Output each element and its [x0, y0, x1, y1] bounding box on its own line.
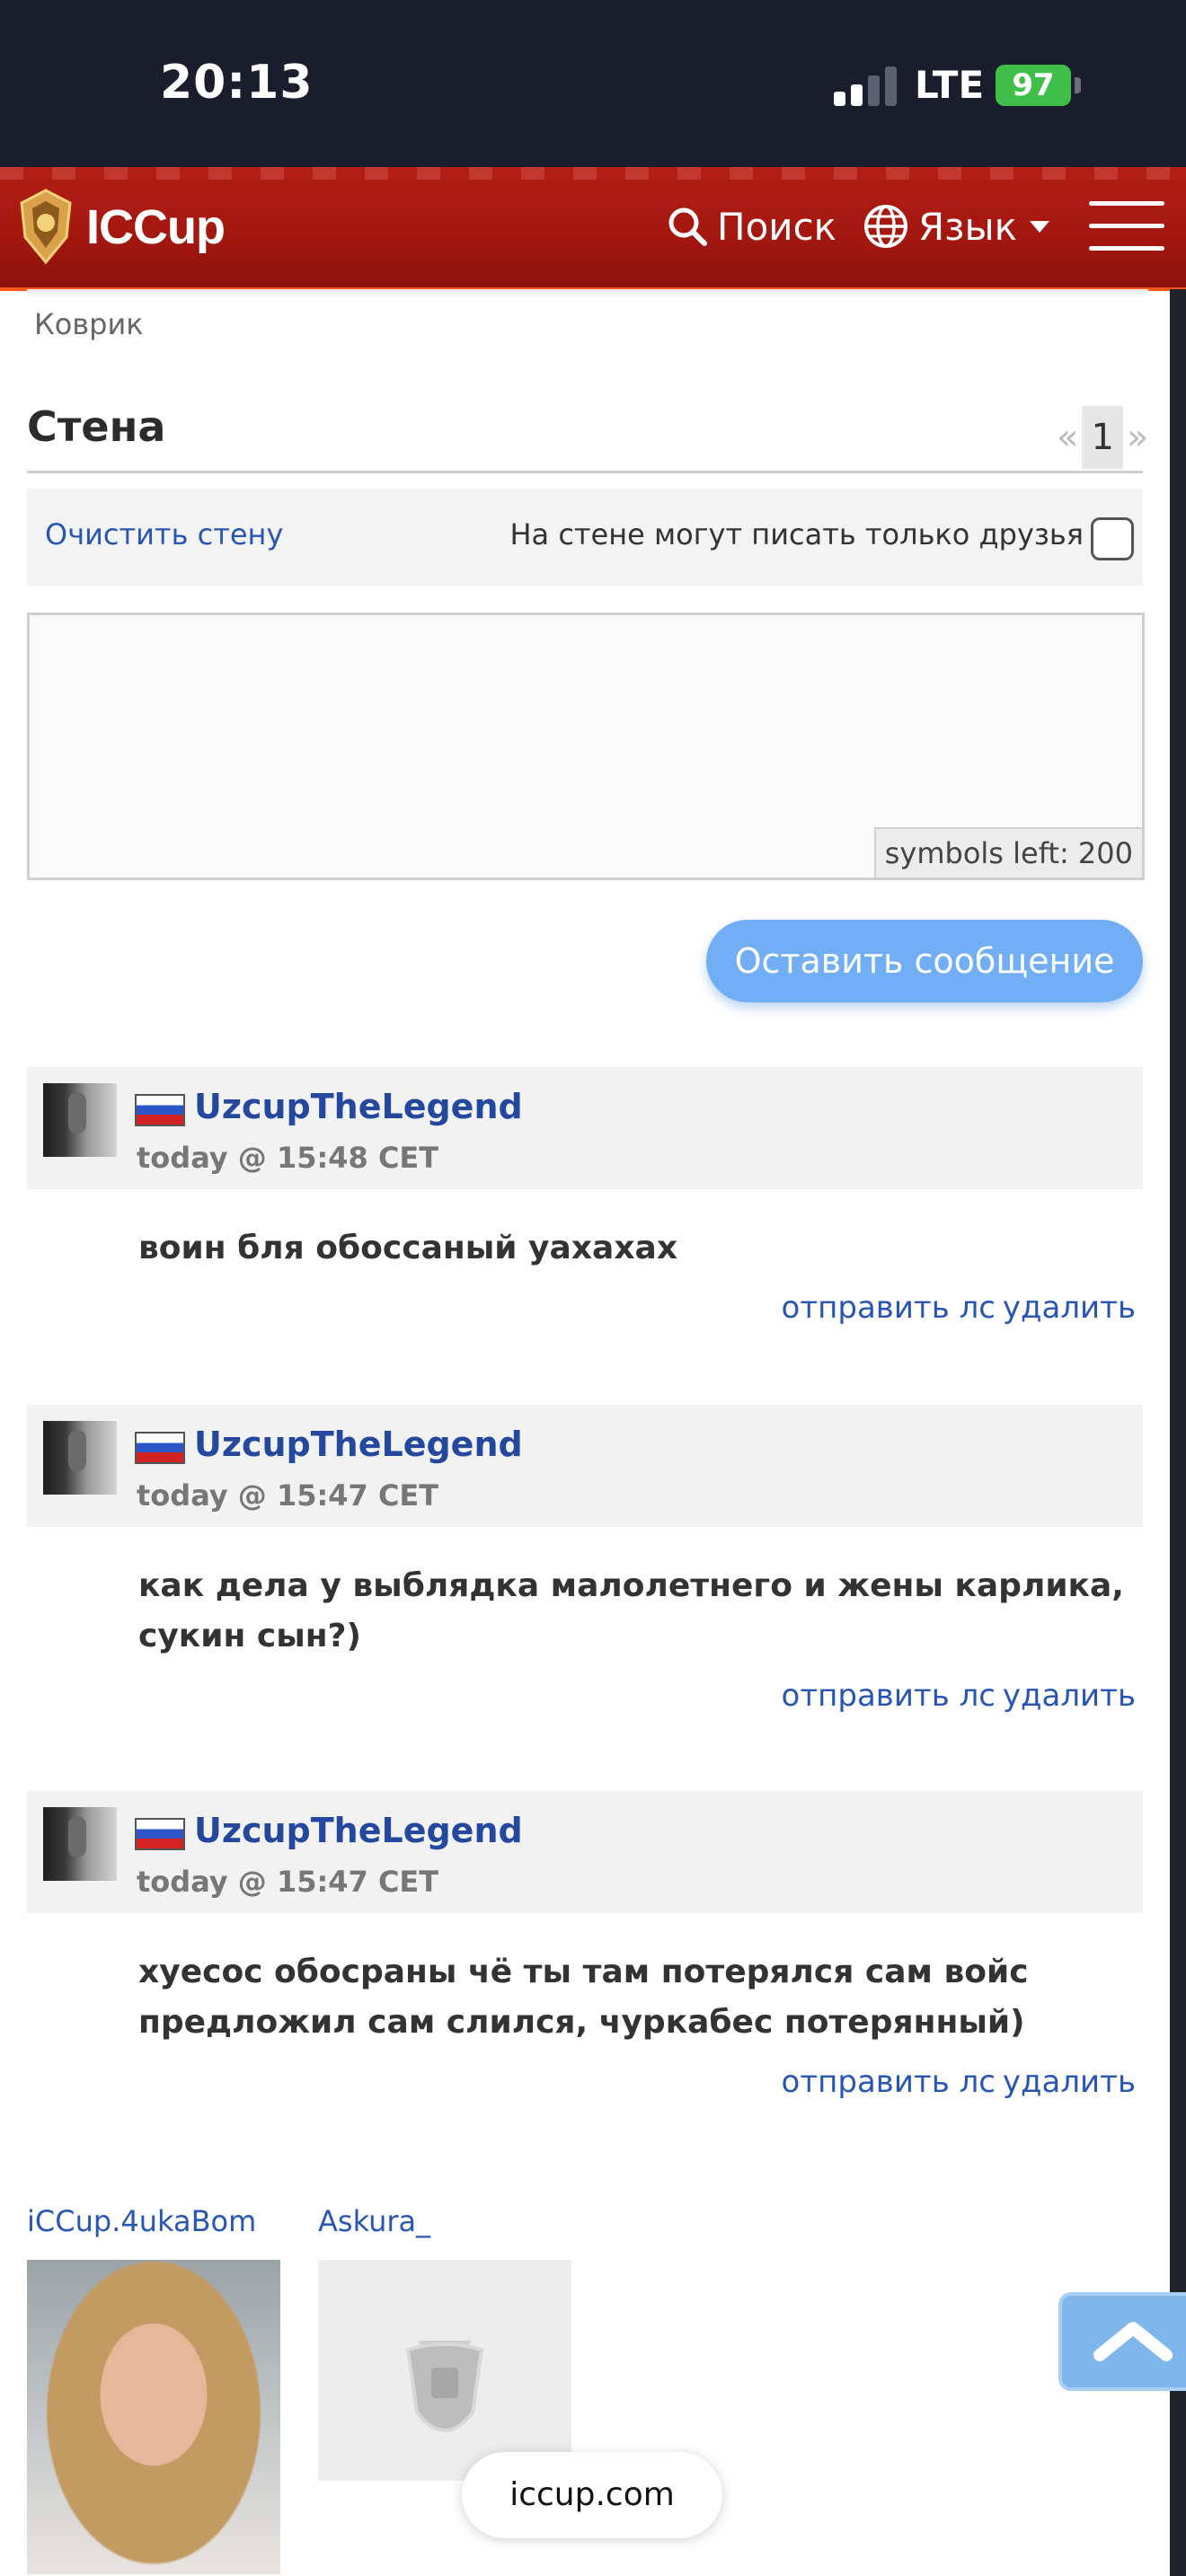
chevron-down-icon	[1030, 220, 1050, 233]
delete-post-link[interactable]: удалить	[1003, 1678, 1136, 1714]
globe-icon	[864, 205, 907, 248]
friends-only-checkbox[interactable]	[1091, 517, 1134, 560]
scroll-top-button[interactable]	[1058, 2292, 1186, 2391]
post-text: воин бля обоссаный уахахах	[138, 1230, 678, 1266]
site-header: ICCup Поиск Язык	[0, 167, 1186, 291]
post-date: today @ 15:48 CET	[137, 1141, 439, 1175]
avatar[interactable]	[43, 1421, 117, 1495]
site-logo[interactable]: ICCup	[14, 187, 230, 269]
post-actions: отправить лс удалить	[27, 1274, 1143, 1337]
delete-post-link[interactable]: удалить	[1003, 2064, 1136, 2100]
search-label: Поиск	[717, 204, 837, 249]
wall-divider	[27, 471, 1143, 473]
pager-next[interactable]: »	[1127, 417, 1148, 458]
send-pm-link[interactable]: отправить лс	[782, 2064, 996, 2100]
network-label: LTE	[915, 63, 985, 107]
submit-message-button[interactable]: Оставить сообщение	[706, 920, 1143, 1002]
wall-pager: « 1 »	[1057, 406, 1148, 469]
friend-photo[interactable]	[27, 2260, 280, 2574]
search-icon	[668, 207, 707, 246]
status-time: 20:13	[160, 56, 314, 110]
post-text: хуесос обосраны чё ты там потерялся сам …	[138, 1954, 1029, 2041]
post-header: UzcupTheLegend today @ 15:47 CET	[27, 1791, 1143, 1913]
post-author[interactable]: UzcupTheLegend	[194, 1087, 523, 1126]
friend-card[interactable]: iCCup.4ukaBom	[27, 2204, 280, 2574]
friend-name[interactable]: Askura_	[318, 2204, 430, 2238]
post-actions: отправить лс удалить	[27, 1662, 1143, 1725]
breadcrumb[interactable]: Коврик	[34, 307, 144, 341]
pager-prev[interactable]: «	[1057, 417, 1078, 458]
trophy-icon	[20, 189, 72, 265]
russia-flag-icon	[135, 1432, 185, 1464]
language-button[interactable]: Язык	[863, 199, 1050, 253]
friend-card[interactable]: Askura_	[318, 2204, 571, 2481]
wall-post: UzcupTheLegend today @ 15:47 CET как дел…	[27, 1405, 1143, 1725]
page-scrollbar[interactable]	[1170, 289, 1186, 2576]
post-text: как дела у выблядка малолетнего и жены к…	[138, 1567, 1124, 1654]
chevron-up-icon	[1093, 2322, 1173, 2361]
status-bar: 20:13 LTE 97	[0, 0, 1186, 167]
avatar[interactable]	[43, 1807, 117, 1881]
signal-icon	[834, 66, 897, 106]
battery-icon: 97	[996, 65, 1071, 106]
wall-post: UzcupTheLegend today @ 15:48 CET воин бл…	[27, 1067, 1143, 1337]
wall-settings-bar: Очистить стену На стене могут писать тол…	[27, 489, 1143, 586]
post-header: UzcupTheLegend today @ 15:48 CET	[27, 1067, 1143, 1189]
russia-flag-icon	[135, 1094, 185, 1126]
symbols-left-counter: symbols left: 200	[873, 827, 1142, 878]
wall-post: UzcupTheLegend today @ 15:47 CET хуесос …	[27, 1791, 1143, 2111]
search-button[interactable]: Поиск	[667, 199, 836, 253]
friends-only-label: На стене могут писать только друзья	[509, 517, 1084, 551]
delete-post-link[interactable]: удалить	[1003, 1290, 1136, 1326]
post-author[interactable]: UzcupTheLegend	[194, 1811, 523, 1850]
browser-url-bar[interactable]: iccup.com	[462, 2452, 722, 2538]
friend-name[interactable]: iCCup.4ukaBom	[27, 2204, 256, 2238]
post-date: today @ 15:47 CET	[137, 1478, 439, 1513]
language-label: Язык	[918, 204, 1018, 249]
post-author[interactable]: UzcupTheLegend	[194, 1425, 523, 1464]
russia-flag-icon	[135, 1818, 185, 1850]
battery-nub	[1075, 77, 1081, 93]
send-pm-link[interactable]: отправить лс	[782, 1290, 996, 1326]
avatar[interactable]	[43, 1083, 117, 1157]
menu-icon[interactable]	[1089, 201, 1164, 251]
friend-photo[interactable]	[318, 2260, 571, 2481]
clear-wall-link[interactable]: Очистить стену	[45, 517, 283, 551]
post-header: UzcupTheLegend today @ 15:47 CET	[27, 1405, 1143, 1527]
wall-message-input[interactable]: symbols left: 200	[27, 613, 1145, 880]
logo-text: ICCup	[86, 200, 226, 254]
pager-current[interactable]: 1	[1082, 406, 1123, 469]
medal-icon	[405, 2341, 484, 2432]
post-actions: отправить лс удалить	[27, 2048, 1143, 2111]
wall-title: Стена	[27, 402, 166, 451]
post-date: today @ 15:47 CET	[137, 1865, 439, 1899]
header-pattern	[0, 167, 1186, 180]
breadcrumb-shadow	[27, 289, 1148, 298]
send-pm-link[interactable]: отправить лс	[782, 1678, 996, 1714]
